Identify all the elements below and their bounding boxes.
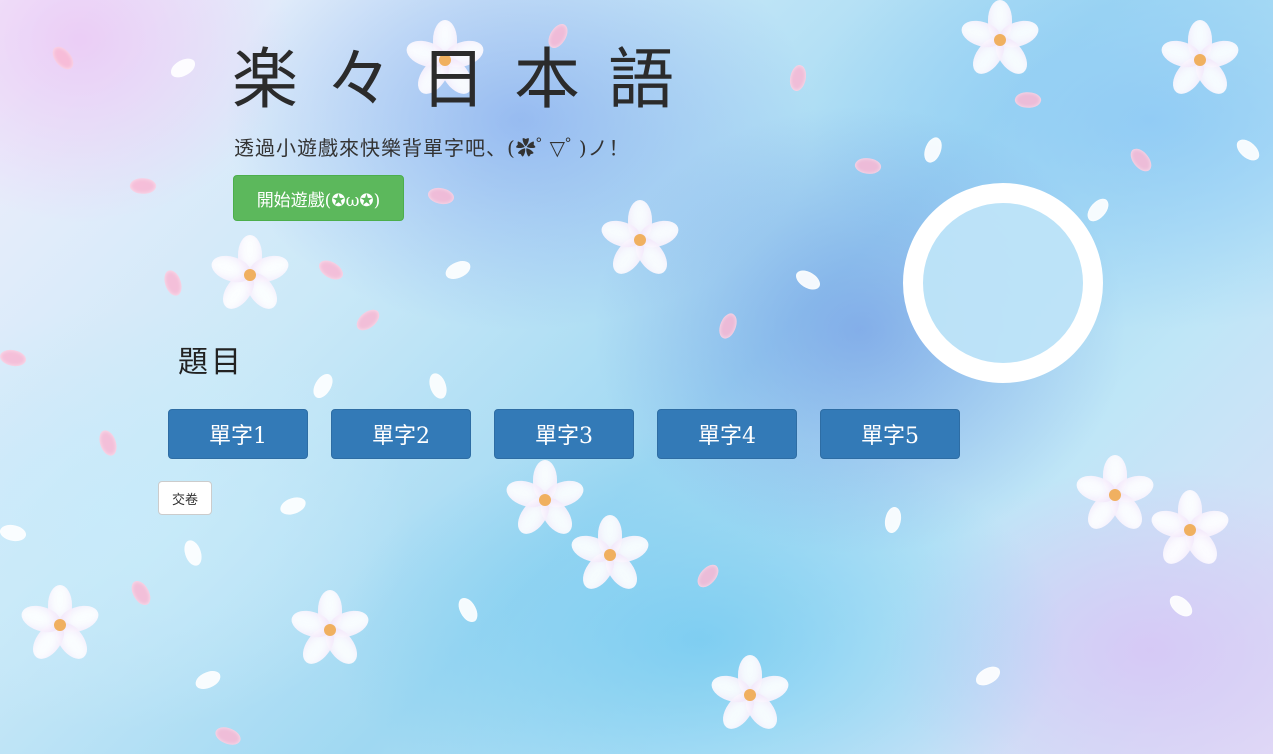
- start-game-button[interactable]: 開始遊戲(✪ω✪): [233, 175, 404, 221]
- blossom-icon: [1148, 490, 1232, 570]
- petal-icon: [853, 154, 883, 178]
- petal-icon: [456, 595, 480, 625]
- petal-icon: [0, 521, 28, 545]
- petal-icon: [426, 184, 456, 208]
- petal-icon: [315, 255, 347, 285]
- petal-icon: [0, 346, 28, 370]
- page-title: 楽々日本語: [232, 41, 702, 118]
- petal-icon: [128, 175, 158, 197]
- blossom-icon: [598, 200, 682, 280]
- blossom-icon: [503, 460, 587, 540]
- word-button-2[interactable]: 單字2: [331, 409, 471, 459]
- petal-icon: [129, 578, 153, 608]
- petal-icon: [193, 668, 223, 692]
- submit-button[interactable]: 交卷: [158, 481, 212, 515]
- petal-icon: [1233, 134, 1263, 166]
- petal-icon: [786, 63, 810, 93]
- petal-icon: [168, 56, 198, 80]
- petal-icon: [973, 664, 1003, 688]
- timer-circle: [903, 183, 1103, 383]
- petal-icon: [97, 428, 119, 458]
- blossom-icon: [208, 235, 292, 315]
- petal-icon: [714, 310, 742, 342]
- petal-icon: [792, 265, 824, 295]
- blossom-icon: [708, 655, 792, 735]
- word-button-1[interactable]: 單字1: [168, 409, 308, 459]
- petal-icon: [692, 561, 724, 591]
- petal-icon: [1013, 89, 1043, 111]
- petal-icon: [212, 722, 244, 750]
- blossom-icon: [18, 585, 102, 665]
- question-heading: 題目: [178, 345, 244, 380]
- blossom-icon: [958, 0, 1042, 80]
- petal-icon: [278, 495, 308, 517]
- word-button-5[interactable]: 單字5: [820, 409, 960, 459]
- petal-icon: [182, 538, 204, 568]
- petal-icon: [881, 505, 905, 535]
- petal-icon: [1127, 144, 1155, 176]
- petal-icon: [308, 370, 338, 402]
- word-options: 單字1 單字2 單字3 單字4 單字5: [168, 409, 960, 459]
- petal-icon: [49, 42, 77, 74]
- blossom-icon: [1073, 455, 1157, 535]
- petal-icon: [427, 371, 449, 401]
- petal-icon: [919, 134, 947, 166]
- petal-icon: [1082, 195, 1114, 225]
- blossom-icon: [288, 590, 372, 670]
- blossom-icon: [568, 515, 652, 595]
- petal-icon: [1166, 590, 1196, 622]
- petal-icon: [162, 268, 184, 298]
- petal-icon: [352, 306, 384, 334]
- petal-icon: [443, 258, 473, 282]
- word-button-4[interactable]: 單字4: [657, 409, 797, 459]
- page-subtitle: 透過小遊戲來快樂背單字吧、(✿ ゚ ▽ ゚ )ノ！: [234, 136, 630, 160]
- word-button-3[interactable]: 單字3: [494, 409, 634, 459]
- blossom-icon: [1158, 20, 1242, 100]
